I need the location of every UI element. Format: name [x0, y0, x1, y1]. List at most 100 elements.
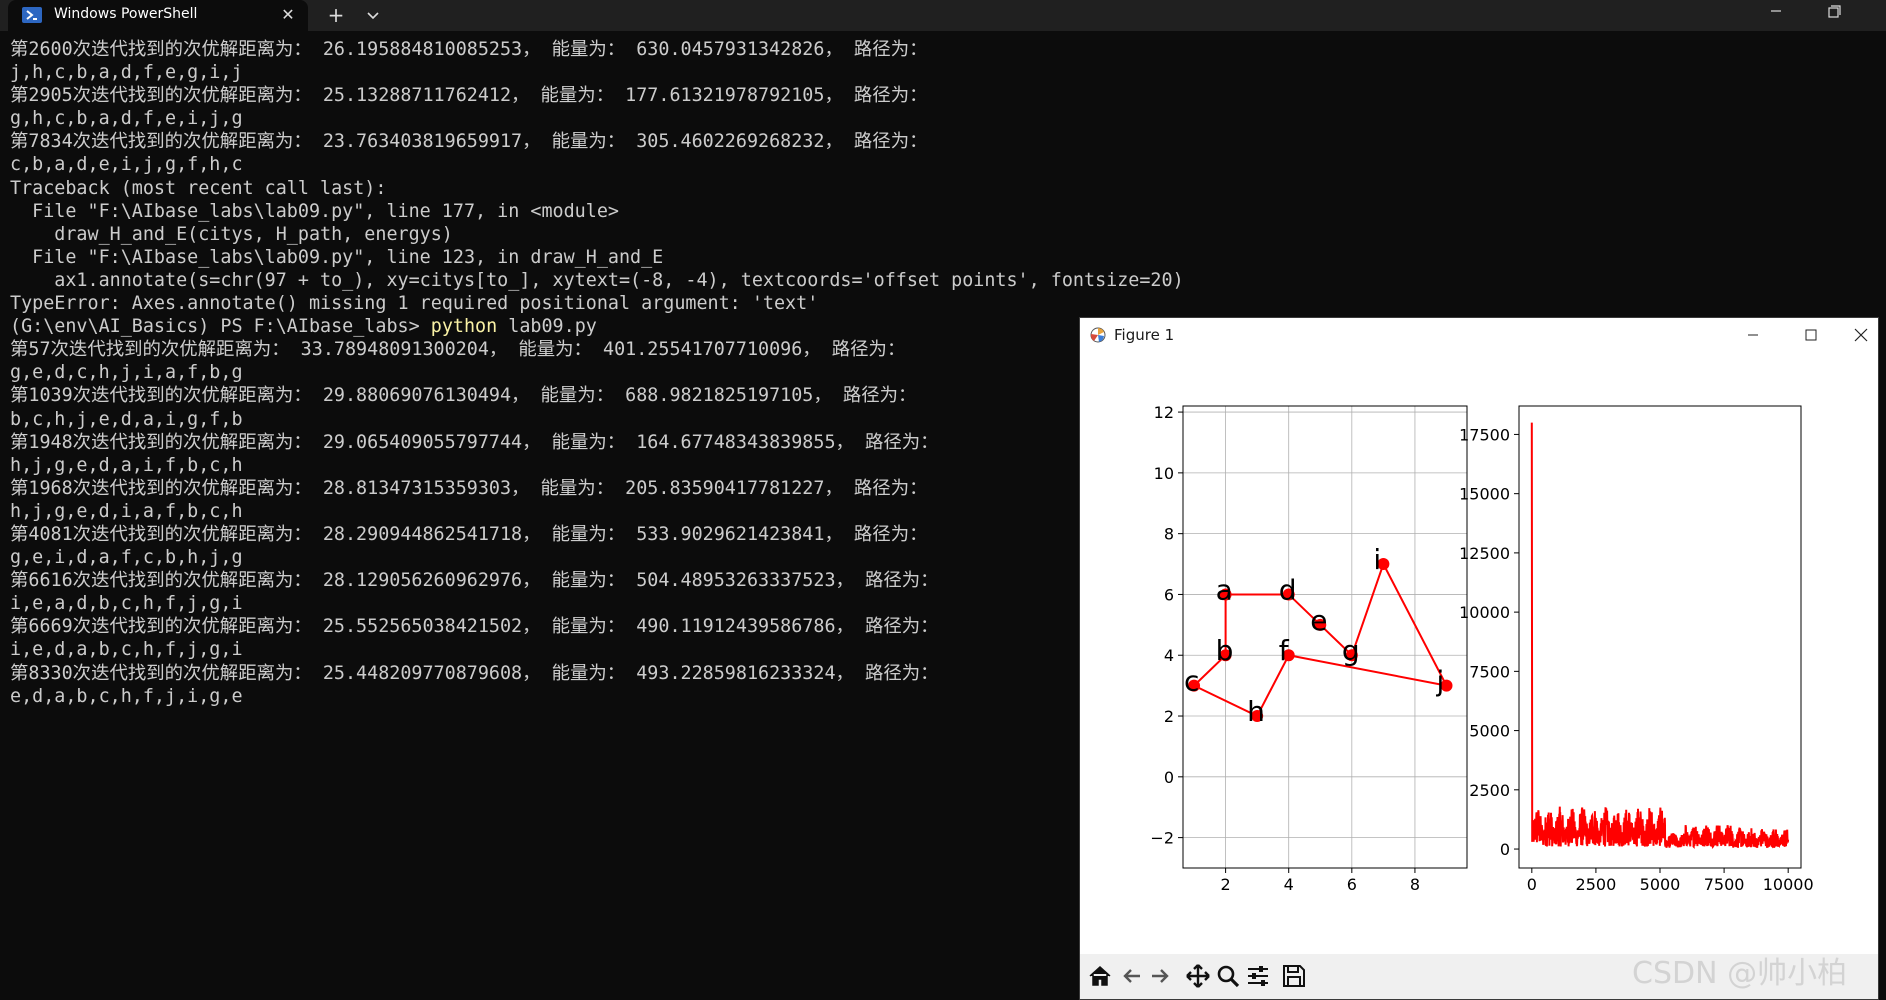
x-tick-label: 2 — [1221, 875, 1231, 894]
console-line: 第1039次迭代找到的次优解距离为： 29.88069076130494， 能量… — [10, 385, 917, 407]
console-line: 第4081次迭代找到的次优解距离为： 28.290944862541718， 能… — [10, 523, 928, 545]
x-tick-label: 8 — [1410, 875, 1420, 894]
back-arrow-icon — [1123, 969, 1140, 983]
y-tick-label: 12 — [1154, 403, 1174, 422]
console-line: i,e,a,d,b,c,h,f,j,g,i — [10, 593, 243, 615]
console-line: g,e,i,d,a,f,c,b,h,j,g — [10, 547, 243, 569]
figure-minimize-button[interactable] — [1730, 318, 1776, 352]
minimize-icon — [1771, 10, 1781, 12]
console-line: h,j,g,e,d,a,i,f,b,c,h — [10, 454, 243, 476]
y-tick-label: 7500 — [1469, 662, 1510, 681]
new-tab-button[interactable]: + — [322, 3, 350, 27]
x-tick-label: 5000 — [1640, 875, 1681, 894]
matplotlib-icon — [1090, 327, 1106, 343]
console-line: h,j,g,e,d,i,a,f,b,c,h — [10, 500, 243, 522]
terminal-tab-bar: Windows PowerShell ✕ + — [0, 0, 1886, 31]
prompt-command: python — [430, 316, 498, 338]
powershell-icon — [22, 7, 42, 23]
city-label-f: f — [1279, 634, 1290, 667]
console-line: b,c,h,j,e,d,a,i,g,f,b — [10, 408, 243, 430]
restore-icon — [1828, 5, 1841, 18]
x-tick-label: 7500 — [1704, 875, 1745, 894]
console-line: 第6616次迭代找到的次优解距离为： 28.129056260962976， 能… — [10, 570, 939, 592]
restore-window-button[interactable] — [1818, 0, 1850, 28]
tab-dropdown-button[interactable] — [360, 3, 386, 27]
figure-close-button[interactable] — [1844, 318, 1878, 352]
console-line: draw_H_and_E(citys, H_path, energys) — [10, 223, 453, 245]
y-tick-label: 2 — [1164, 707, 1174, 726]
console-line: File "F:\AIbase_labs\lab09.py", line 177… — [10, 200, 619, 222]
figure-title: Figure 1 — [1114, 326, 1175, 344]
city-label-j: j — [1435, 665, 1444, 698]
city-label-d: d — [1279, 573, 1297, 606]
console-line: j,h,c,b,a,d,f,e,g,i,j — [10, 62, 243, 84]
pan-icon — [1186, 964, 1210, 988]
tab-windows-powershell[interactable]: Windows PowerShell ✕ — [8, 0, 308, 31]
city-label-c: c — [1184, 665, 1199, 698]
figure-window[interactable]: Figure 1 2 4 6 8 −2 0 2 4 6 8 10 12 a b c d e f g h i j 0 2500 5… — [1079, 317, 1879, 1000]
y-tick-label: −2 — [1150, 829, 1174, 848]
x-tick-label: 4 — [1284, 875, 1294, 894]
console-line: 第57次迭代找到的次优解距离为： 33.78948091300204， 能量为：… — [10, 339, 906, 361]
console-line: g,e,d,c,h,j,i,a,f,b,g — [10, 362, 243, 384]
console-line: 第6669次迭代找到的次优解距离为： 25.552565038421502， 能… — [10, 616, 939, 638]
console-line: c,b,a,d,e,i,j,g,f,h,c — [10, 154, 243, 176]
y-tick-label: 12500 — [1459, 544, 1510, 563]
x-tick-label: 2500 — [1576, 875, 1617, 894]
console-line: 第8330次迭代找到的次优解距离为： 25.448209770879608， 能… — [10, 662, 939, 684]
save-button[interactable] — [1280, 962, 1308, 990]
city-label-g: g — [1342, 634, 1360, 667]
configure-subplots-button[interactable] — [1244, 962, 1272, 990]
y-tick-label: 17500 — [1459, 425, 1510, 444]
forward-button[interactable] — [1146, 962, 1174, 990]
configure-subplots-icon — [1248, 966, 1268, 986]
console-line: Traceback (most recent call last): — [10, 177, 387, 199]
back-button[interactable] — [1118, 962, 1146, 990]
console-line: 第1968次迭代找到的次优解距离为： 28.81347315359303， 能量… — [10, 477, 928, 499]
city-label-b: b — [1216, 634, 1234, 667]
zoom-button[interactable] — [1214, 962, 1242, 990]
console-output[interactable]: 第2600次迭代找到的次优解距离为： 26.195884810085253， 能… — [10, 38, 1184, 708]
y-tick-label: 5000 — [1469, 722, 1510, 741]
city-label-i: i — [1373, 543, 1381, 576]
y-tick-label: 10000 — [1459, 603, 1510, 622]
watermark: CSDN @帅小柏 — [1632, 956, 1848, 991]
console-line: g,h,c,b,a,d,f,e,i,j,g — [10, 108, 243, 130]
figure-maximize-button[interactable] — [1788, 318, 1834, 352]
console-prompt-line: (G:\env\AI_Basics) PS F:\AIbase_labs> py… — [10, 315, 1086, 338]
close-icon — [1854, 328, 1868, 342]
y-tick-label: 4 — [1164, 646, 1174, 665]
maximize-icon — [1805, 329, 1817, 341]
city-label-e: e — [1310, 604, 1327, 637]
x-tick-label: 10000 — [1763, 875, 1814, 894]
console-line: 第7834次迭代找到的次优解距离为： 23.763403819659917， 能… — [10, 131, 928, 153]
y-tick-label: 0 — [1164, 768, 1174, 787]
console-line: File "F:\AIbase_labs\lab09.py", line 123… — [10, 246, 664, 268]
y-tick-label: 0 — [1500, 840, 1510, 859]
city-label-h: h — [1247, 695, 1265, 728]
figure-canvas[interactable]: 2 4 6 8 −2 0 2 4 6 8 10 12 a b c d e f g h i j 0 2500 5000 7500 10… — [1080, 352, 1878, 964]
figure-titlebar[interactable]: Figure 1 — [1080, 318, 1878, 352]
x-tick-label: 6 — [1347, 875, 1357, 894]
x-tick-label: 0 — [1527, 875, 1537, 894]
home-icon — [1089, 965, 1111, 986]
city-label-a: a — [1216, 573, 1233, 606]
tab-close-button[interactable]: ✕ — [276, 3, 300, 27]
prompt-args: lab09.py — [497, 316, 597, 338]
tab-title: Windows PowerShell — [54, 6, 198, 22]
chevron-down-icon — [367, 12, 379, 20]
figure-charts[interactable]: 2 4 6 8 −2 0 2 4 6 8 10 12 abc def g h i j 0 2500 5000 7500 10… — [1080, 352, 1878, 964]
minimize-icon — [1748, 334, 1758, 336]
console-line: e,d,a,b,c,h,f,j,i,g,e — [10, 685, 243, 707]
console-line: 第2600次迭代找到的次优解距离为： 26.195884810085253， 能… — [10, 39, 928, 60]
minimize-window-button[interactable] — [1760, 0, 1792, 28]
console-line: i,e,d,a,b,c,h,f,j,g,i — [10, 639, 243, 661]
prompt-prefix: (G:\env\AI_Basics) PS F:\AIbase_labs> — [10, 316, 431, 338]
console-line: ax1.annotate(s=chr(97 + to_), xy=citys[t… — [10, 269, 1184, 291]
y-tick-label: 2500 — [1469, 781, 1510, 800]
home-button[interactable] — [1086, 962, 1114, 990]
console-line: 第1948次迭代找到的次优解距离为： 29.065409055797744， 能… — [10, 431, 939, 453]
console-line: TypeError: Axes.annotate() missing 1 req… — [10, 293, 819, 315]
pan-button[interactable] — [1184, 962, 1212, 990]
save-icon — [1283, 965, 1305, 987]
